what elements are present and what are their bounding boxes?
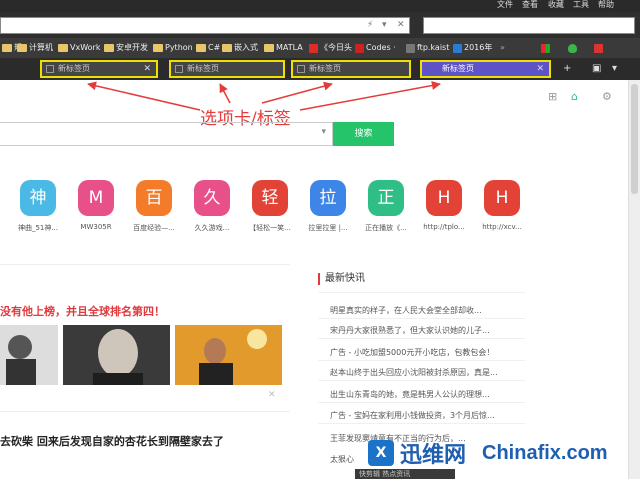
menu-tools[interactable]: 工具	[573, 0, 589, 10]
watermark-cn: 迅维网	[400, 443, 467, 468]
tab-bar: 新标签页 ✕ 新标签页 新标签页 新标签页 ✕ + ▣ ▾	[0, 58, 640, 80]
site-shortcut[interactable]: Hhttp://tplo...	[416, 180, 472, 231]
lightning-icon[interactable]: ⚡	[367, 20, 373, 30]
folder-icon	[104, 44, 114, 52]
divider	[318, 380, 525, 381]
divider	[0, 411, 290, 412]
bookmark-folder[interactable]: Python	[153, 42, 193, 54]
menu-file[interactable]: 文件	[497, 0, 513, 10]
divider	[318, 292, 525, 293]
news-item[interactable]: 出生山东青岛的她，竟是韩男人公认的理想...	[330, 389, 525, 400]
bookmark-folder[interactable]: 计算机	[17, 42, 53, 54]
bookmark-folder[interactable]: MATLA	[264, 42, 303, 54]
news-section-title: 最新快讯	[318, 273, 365, 285]
browser-search-input[interactable]	[423, 17, 635, 34]
news-item[interactable]: 明星真实的样子，在人民大会堂全部却收...	[330, 305, 525, 316]
bottom-status-bar[interactable]: 快剪辑 热点资讯	[355, 469, 455, 479]
feed-photo[interactable]	[63, 325, 170, 385]
news-item[interactable]: 广告 - 小吃加盟5000元开小吃店，包教包会！	[330, 347, 525, 358]
site-shortcut[interactable]: 轻【轻松一笑...	[242, 180, 298, 233]
watermark: X 迅维网 Chinafix.com	[368, 436, 608, 470]
codes-icon	[355, 43, 364, 53]
menu-bar: 文件 查看 收藏 工具 帮助	[0, 0, 640, 12]
extension-icon[interactable]	[594, 42, 603, 54]
site-shortcut[interactable]: 久久久游戏...	[184, 180, 240, 233]
bookmark-2016[interactable]: 2016年	[453, 42, 492, 54]
site-shortcut[interactable]: M MW305R	[68, 180, 124, 231]
new-tab-icon[interactable]: +	[563, 61, 571, 77]
home-icon[interactable]: ⌂	[571, 90, 578, 103]
restore-tab-icon[interactable]: ▣	[592, 61, 601, 77]
news-item[interactable]: 宋丹丹大家很熟悉了，但大家认识她的儿子...	[330, 325, 525, 336]
tab-close-icon[interactable]: ✕	[143, 62, 151, 76]
feed-headline[interactable]: 去砍柴 回来后发现自家的杏花长到隔壁家去了	[0, 433, 224, 449]
folder-icon	[17, 44, 27, 52]
folder-icon	[2, 44, 12, 52]
scrollbar[interactable]	[628, 80, 640, 479]
menu-help[interactable]: 帮助	[598, 0, 614, 10]
tab-new-3[interactable]: 新标签页	[291, 60, 411, 78]
search-button[interactable]: 搜索	[333, 122, 394, 146]
chinafix-logo-icon: X	[368, 440, 394, 466]
divider	[318, 318, 525, 319]
bookmark-folder[interactable]: 安卓开发	[104, 42, 148, 54]
bookmark-toutiao[interactable]: 《今日头	[309, 42, 352, 54]
feed-photo[interactable]	[0, 325, 58, 385]
url-input[interactable]: ⚡ ▾ ✕	[0, 17, 410, 34]
page-icon	[297, 65, 305, 73]
menu-favorites[interactable]: 收藏	[548, 0, 564, 10]
folder-icon	[153, 44, 163, 52]
divider	[318, 423, 525, 424]
bookmarks-more-icon[interactable]: »	[500, 42, 505, 54]
divider	[318, 360, 525, 361]
tab-menu-icon[interactable]: ▾	[612, 61, 617, 77]
chevron-down-icon[interactable]: ▾	[321, 127, 326, 137]
ie-icon	[453, 43, 462, 53]
grid-icon[interactable]: ⊞	[548, 90, 557, 103]
site-shortcut[interactable]: Hhttp://xcv...	[474, 180, 530, 231]
divider	[318, 402, 525, 403]
bookmark-folder[interactable]: 嵌入式	[222, 42, 258, 54]
bookmark-ftp[interactable]: ftp.kaist	[406, 42, 449, 54]
folder-icon	[264, 44, 274, 52]
menu-view[interactable]: 查看	[522, 0, 538, 10]
toutiao-icon	[309, 43, 318, 53]
news-item[interactable]: 广告 - 宝妈在家利用小钱做投资，3个月后惊...	[330, 410, 525, 421]
page-icon	[406, 43, 415, 53]
folder-icon	[222, 44, 232, 52]
bookmark-folder[interactable]: VxWork	[58, 42, 100, 54]
close-icon[interactable]: ✕	[397, 20, 405, 30]
news-item[interactable]: 赵本山终于出头回应小沈阳被封杀原因，真是...	[330, 367, 525, 378]
tab-close-icon[interactable]: ✕	[536, 62, 544, 76]
divider	[0, 264, 290, 265]
tab-new-2[interactable]: 新标签页	[169, 60, 285, 78]
gear-icon[interactable]: ⚙	[602, 90, 612, 103]
bookmarks-bar: 规 计算机 VxWork 安卓开发 Python C# 嵌入式 MATLA 《今…	[0, 38, 640, 58]
dropdown-icon[interactable]: ▾	[382, 20, 387, 30]
feed-photo[interactable]	[175, 325, 282, 385]
watermark-en: Chinafix.com	[482, 441, 608, 464]
divider	[318, 338, 525, 339]
folder-icon	[58, 44, 68, 52]
site-shortcut[interactable]: 拉拉里拉里 |...	[300, 180, 356, 233]
scrollbar-thumb[interactable]	[631, 84, 638, 194]
bookmark-codes[interactable]: Codes ·	[355, 42, 396, 54]
site-shortcut[interactable]: 正正在播放《...	[358, 180, 414, 233]
folder-icon	[196, 44, 206, 52]
site-shortcut[interactable]: 百百度经验—...	[126, 180, 182, 233]
feed-headline[interactable]: 没有他上榜，并且全球排名第四！	[0, 303, 165, 319]
bookmark-folder[interactable]: C#	[196, 42, 220, 54]
tab-new-4-active[interactable]: 新标签页 ✕	[420, 60, 551, 78]
page-icon	[175, 65, 183, 73]
address-bar: ⚡ ▾ ✕	[0, 12, 640, 38]
shield-icon[interactable]	[568, 42, 577, 54]
page-icon	[46, 65, 54, 73]
tab-new-1[interactable]: 新标签页 ✕	[40, 60, 158, 78]
apps-icon[interactable]	[541, 42, 550, 54]
close-icon[interactable]: ✕	[268, 390, 276, 400]
search-input[interactable]: ▾	[0, 122, 333, 146]
site-shortcut[interactable]: 神神曲_51神...	[10, 180, 66, 233]
